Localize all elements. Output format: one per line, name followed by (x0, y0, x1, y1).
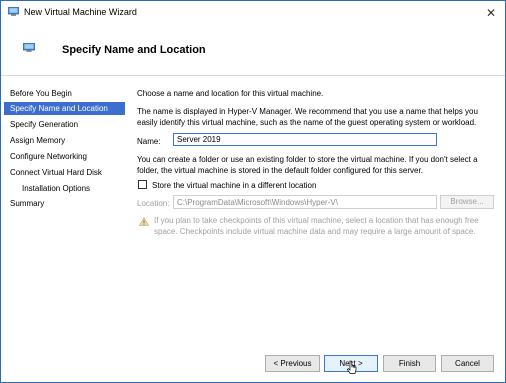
browse-button: Browse... (440, 195, 494, 209)
title-bar: New Virtual Machine Wizard ✕ (1, 1, 505, 25)
sidebar-item-summary[interactable]: Summary (4, 197, 125, 210)
location-input: C:\ProgramData\Microsoft\Windows\Hyper-V… (173, 195, 437, 209)
previous-button[interactable]: < Previous (265, 355, 320, 372)
vm-icon (8, 7, 19, 16)
intro-text: Choose a name and location for this virt… (137, 89, 324, 98)
store-location-checkbox[interactable] (138, 180, 147, 189)
close-button[interactable]: ✕ (477, 1, 505, 25)
sidebar-item-installation-options[interactable]: Installation Options (4, 182, 125, 195)
cancel-button[interactable]: Cancel (441, 355, 494, 372)
sidebar-item-specify-name-and-location[interactable]: Specify Name and Location (4, 102, 125, 115)
sidebar-item-before-you-begin[interactable]: Before You Begin (4, 87, 125, 100)
vm-icon (23, 43, 35, 52)
folder-description-text: You can create a folder or use an existi… (137, 155, 478, 175)
sidebar-item-connect-virtual-hard-disk[interactable]: Connect Virtual Hard Disk (4, 166, 125, 179)
sidebar-item-specify-generation[interactable]: Specify Generation (4, 118, 125, 131)
location-label: Location: (137, 199, 170, 208)
store-location-checkbox-label[interactable]: Store the virtual machine in a different… (152, 181, 316, 190)
wizard-header: Specify Name and Location (1, 25, 505, 76)
close-icon: ✕ (485, 6, 497, 20)
wizard-window: New Virtual Machine Wizard ✕ Specify Nam… (0, 0, 506, 383)
checkpoint-warning-text: If you plan to take checkpoints of this … (154, 216, 479, 236)
window-title: New Virtual Machine Wizard (24, 7, 137, 17)
wizard-steps-nav: Before You Begin Specify Name and Locati… (1, 85, 127, 305)
sidebar-item-assign-memory[interactable]: Assign Memory (4, 134, 125, 147)
page-title: Specify Name and Location (62, 44, 206, 56)
mouse-cursor-icon (347, 360, 357, 374)
name-description-text: The name is displayed in Hyper-V Manager… (137, 107, 478, 127)
name-input[interactable]: Server 2019 (173, 133, 437, 146)
name-label: Name: (137, 137, 161, 146)
sidebar-item-configure-networking[interactable]: Configure Networking (4, 150, 125, 163)
finish-button[interactable]: Finish (383, 355, 436, 372)
warning-icon (139, 217, 149, 226)
